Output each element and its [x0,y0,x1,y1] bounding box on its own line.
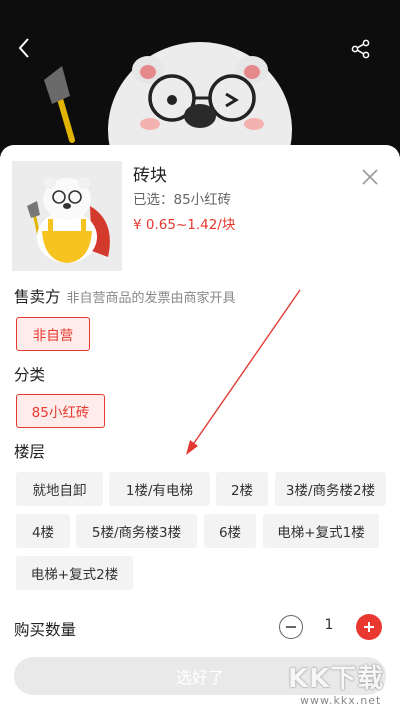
chip-category-85-red-brick[interactable]: 85小红砖 [16,394,105,428]
selected-spec-text: 已选：85小红砖 [133,192,232,208]
floor-section-title: 楼层 [14,443,46,461]
chip-floor-5f-office-3f[interactable]: 5楼/商务楼3楼 [76,514,197,548]
category-section-title: 分类 [14,366,46,384]
seller-title: 售卖方 [14,288,61,306]
watermark-logo-text: KK下载 [288,664,385,694]
quantity-value[interactable]: 1 [318,617,340,633]
chip-floor-4f[interactable]: 4楼 [16,514,70,548]
seller-section-title: 售卖方 非自营商品的发票由商家开具 [14,285,236,307]
chip-seller-non-self-operated[interactable]: 非自营 [16,317,90,351]
chip-floor-2f[interactable]: 2楼 [216,472,268,506]
chip-floor-3f-office-2f[interactable]: 3楼/商务楼2楼 [275,472,386,506]
watermark-url: www.kkx.net [300,694,382,707]
chip-floor-1f-elevator[interactable]: 1楼/有电梯 [109,472,210,506]
share-button[interactable] [346,34,376,64]
back-button[interactable] [10,34,38,62]
quantity-increase-button[interactable] [356,614,382,640]
chip-floor-self-unload[interactable]: 就地自卸 [16,472,103,506]
quantity-label: 购买数量 [14,621,77,639]
minus-icon [286,626,296,628]
share-icon [351,39,370,59]
close-button[interactable] [356,163,384,191]
price-range: ¥ 0.65~1.42/块 [133,217,236,233]
spec-selector-sheet: 砖块 已选：85小红砖 ¥ 0.65~1.42/块 售卖方 非自营商品的发票由商家… [0,145,400,711]
quantity-decrease-button[interactable] [279,615,303,639]
chip-floor-elevator-duplex-2f[interactable]: 电梯+复式2楼 [16,556,133,590]
seller-note: 非自营商品的发票由商家开具 [66,291,236,306]
product-thumbnail [12,161,122,271]
chip-floor-6f[interactable]: 6楼 [204,514,256,548]
close-icon [362,169,378,185]
chip-floor-elevator-duplex-1f[interactable]: 电梯+复式1楼 [263,514,379,548]
plus-icon [364,622,374,632]
product-name: 砖块 [133,166,167,186]
bear-mascot-image [12,161,122,271]
banner-bear-image [44,42,292,160]
product-banner [0,0,400,160]
chevron-left-icon [18,38,29,58]
